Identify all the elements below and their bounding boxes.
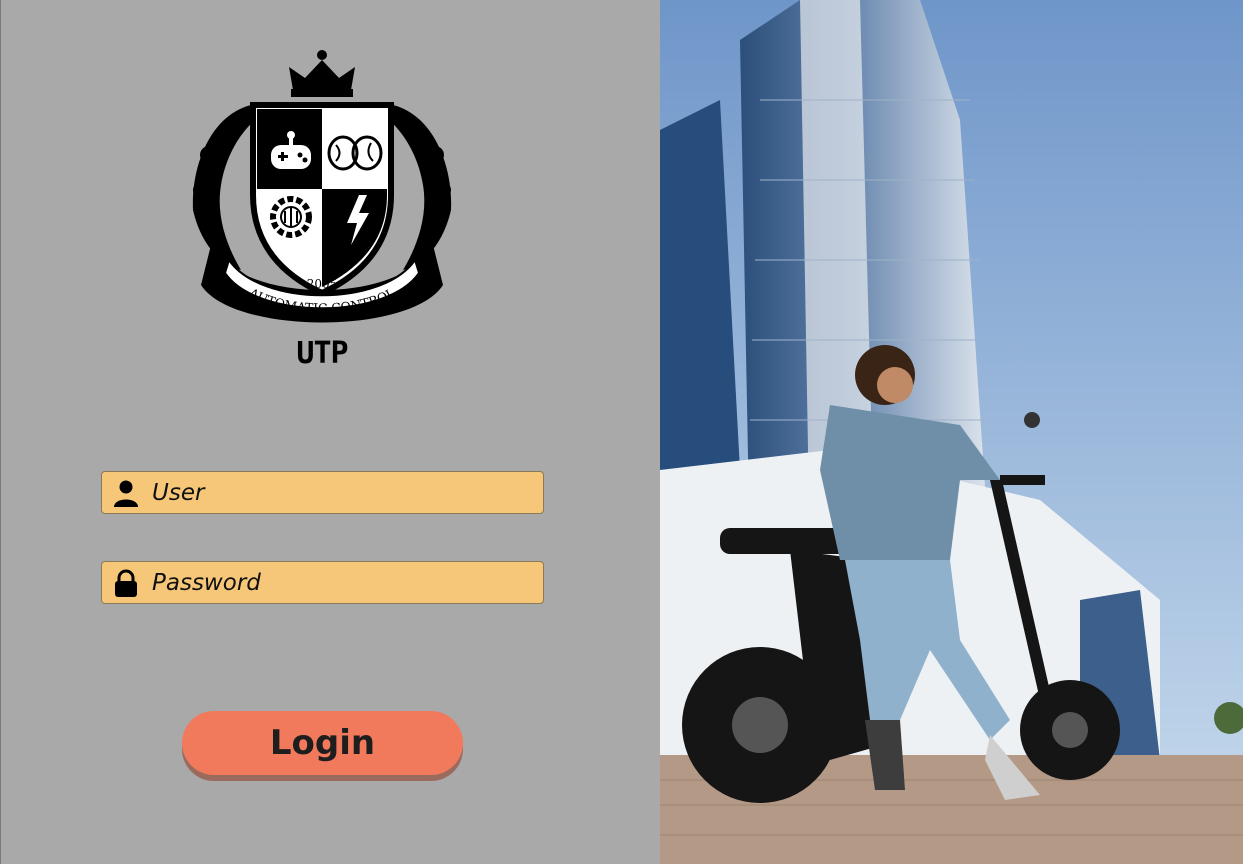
password-input[interactable]: [152, 562, 532, 603]
user-field[interactable]: [101, 471, 544, 514]
user-icon: [114, 480, 138, 507]
user-input[interactable]: [152, 472, 532, 513]
login-panel: 2005 AUTOMATIC CONTROL UTP Login: [0, 0, 660, 864]
utp-brand-text: UTP: [296, 336, 347, 370]
hero-photo: [660, 0, 1243, 864]
automatic-control-crest-logo: 2005 AUTOMATIC CONTROL UTP: [192, 50, 452, 370]
password-field[interactable]: [101, 561, 544, 604]
crest-year: 2005: [307, 277, 338, 291]
login-button[interactable]: Login: [182, 711, 463, 775]
scooter-rider-photo: [660, 0, 1243, 864]
crown-icon: [289, 50, 355, 97]
shield: [250, 102, 394, 297]
lock-icon: [115, 569, 137, 597]
